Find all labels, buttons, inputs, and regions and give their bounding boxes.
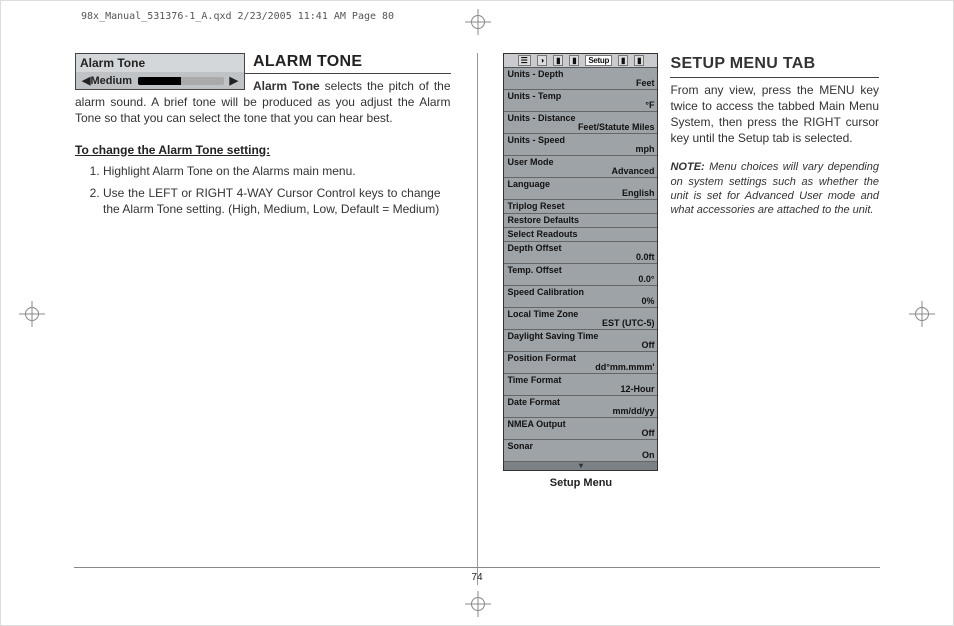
arrow-left-icon: ◀ [82, 74, 90, 87]
menu-row: Speed Calibration0% [504, 286, 657, 308]
registration-mark-left [19, 301, 45, 327]
step-item: Use the LEFT or RIGHT 4-WAY Cursor Contr… [103, 185, 441, 217]
menu-row-value: Off [507, 428, 654, 438]
menu-row: Time Format12-Hour [504, 374, 657, 396]
arrow-right-icon: ▶ [230, 74, 238, 87]
menu-row: Position Formatdd°mm.mmm' [504, 352, 657, 374]
menu-row-value: dd°mm.mmm' [507, 362, 654, 372]
menu-row: Units - Temp°F [504, 90, 657, 112]
menu-row: NMEA OutputOff [504, 418, 657, 440]
note-label: NOTE: [670, 161, 704, 173]
alarm-widget-value: Medium [90, 75, 132, 87]
menu-row-value: 0.0° [507, 274, 654, 284]
menu-row: Local Time ZoneEST (UTC-5) [504, 308, 657, 330]
page-number: 74 [74, 567, 880, 583]
tab-icon: ▮ [553, 55, 563, 66]
menu-row-value: °F [507, 100, 654, 110]
menu-row-value: On [507, 450, 654, 460]
menu-row-value: mm/dd/yy [507, 406, 654, 416]
tab-icon: ▮ [569, 55, 579, 66]
setup-menu-caption: Setup Menu [503, 477, 658, 489]
menu-row: Temp. Offset0.0° [504, 264, 657, 286]
menu-row-label: Triplog Reset [507, 201, 654, 211]
registration-mark-right [909, 301, 935, 327]
menu-row: Depth Offset0.0ft [504, 242, 657, 264]
menu-row: User ModeAdvanced [504, 156, 657, 178]
setup-text-column: SETUP MENU TAB From any view, press the … [670, 53, 879, 489]
tab-bar: ☰ ◑ ▮ ▮ Setup ▮ ▮ [504, 54, 657, 68]
alarm-widget-value-row: ◀ Medium ▶ [76, 72, 244, 89]
registration-mark-top [465, 9, 491, 35]
menu-row-value: 0.0ft [507, 252, 654, 262]
menu-row-value: Off [507, 340, 654, 350]
section-heading-setup: SETUP MENU TAB [670, 53, 879, 75]
setup-tab: Setup [585, 55, 612, 66]
setup-note: NOTE: Menu choices will vary depending o… [670, 160, 879, 217]
menu-row-value: English [507, 188, 654, 198]
menu-row-label: Select Readouts [507, 229, 654, 239]
menu-row: Units - Speedmph [504, 134, 657, 156]
menu-row: Select Readouts [504, 228, 657, 242]
menu-row: Restore Defaults [504, 214, 657, 228]
setup-menu-column: ☰ ◑ ▮ ▮ Setup ▮ ▮ Units - DepthFeetUnits… [503, 53, 658, 489]
column-divider [477, 53, 478, 585]
alarm-widget-slider [138, 77, 224, 85]
menu-row: Units - DistanceFeet/Statute Miles [504, 112, 657, 134]
alarm-widget-title: Alarm Tone [76, 54, 244, 72]
menu-row-value: 12-Hour [507, 384, 654, 394]
left-column: Alarm Tone ◀ Medium ▶ ALARM TONE Alarm T… [75, 53, 451, 585]
menu-row: LanguageEnglish [504, 178, 657, 200]
scroll-down-icon: ▾ [504, 462, 657, 470]
registration-mark-bottom [465, 591, 491, 617]
page-content: Alarm Tone ◀ Medium ▶ ALARM TONE Alarm T… [75, 53, 879, 585]
alarm-steps-list: Highlight Alarm Tone on the Alarms main … [103, 163, 451, 218]
right-column: ☰ ◑ ▮ ▮ Setup ▮ ▮ Units - DepthFeetUnits… [503, 53, 879, 585]
menu-row-value: 0% [507, 296, 654, 306]
tab-icon: ▮ [634, 55, 644, 66]
menu-row-value: Feet/Statute Miles [507, 122, 654, 132]
menu-row: Daylight Saving TimeOff [504, 330, 657, 352]
tab-icon: ◑ [537, 55, 548, 66]
menu-row-value: Feet [507, 78, 654, 88]
step-item: Highlight Alarm Tone on the Alarms main … [103, 163, 441, 179]
setup-menu-screenshot: ☰ ◑ ▮ ▮ Setup ▮ ▮ Units - DepthFeetUnits… [503, 53, 658, 471]
alarm-tone-widget: Alarm Tone ◀ Medium ▶ [75, 53, 245, 90]
heading-divider [670, 77, 879, 78]
tab-icon: ☰ [518, 55, 531, 66]
alarm-subheading: To change the Alarm Tone setting: [75, 143, 451, 157]
menu-row: Date Formatmm/dd/yy [504, 396, 657, 418]
setup-body-text: From any view, press the MENU key twice … [670, 82, 879, 147]
menu-row-label: Restore Defaults [507, 215, 654, 225]
menu-row-value: EST (UTC-5) [507, 318, 654, 328]
menu-row: SonarOn [504, 440, 657, 462]
alarm-lead-strong: Alarm Tone [253, 79, 320, 93]
tab-icon: ▮ [618, 55, 628, 66]
menu-row-value: mph [507, 144, 654, 154]
menu-row: Units - DepthFeet [504, 68, 657, 90]
file-header: 98x_Manual_531376-1_A.qxd 2/23/2005 11:4… [81, 11, 394, 22]
menu-row-value: Advanced [507, 166, 654, 176]
menu-row: Triplog Reset [504, 200, 657, 214]
